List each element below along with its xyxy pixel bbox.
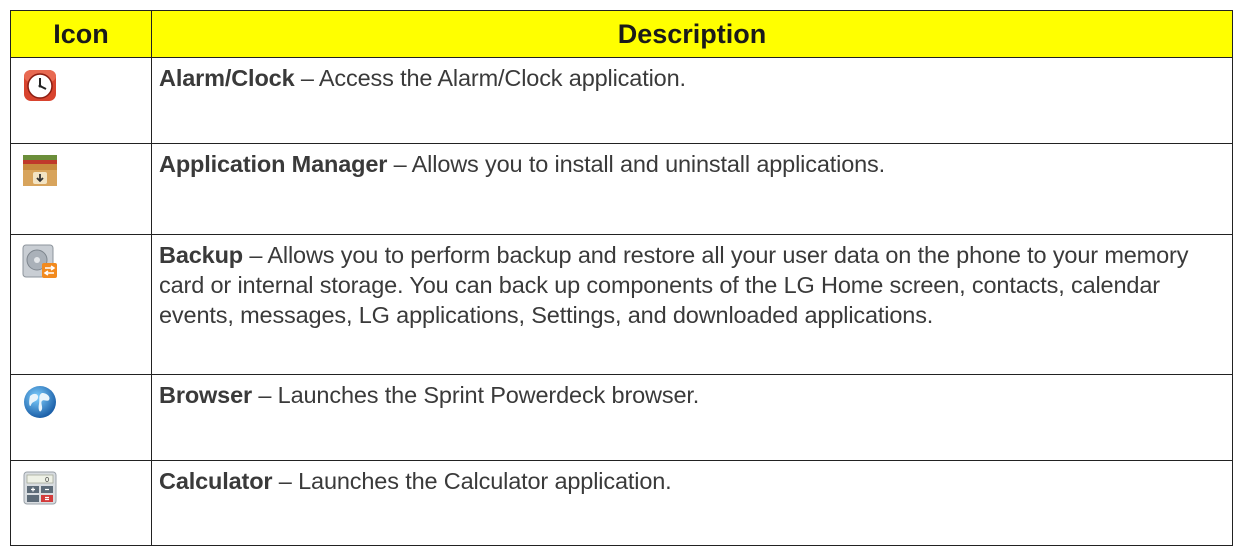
application-manager-icon [23,155,57,186]
calculator-icon: 0 [23,471,57,505]
row-text: – Launches the Calculator application. [272,468,672,494]
description-cell: Backup – Allows you to perform backup an… [151,234,1233,375]
icon-column-header: Icon [10,10,152,58]
icon-cell [10,143,152,235]
description-column-header: Description [151,10,1233,58]
description-cell: Calculator – Launches the Calculator app… [151,460,1233,546]
row-text: – Launches the Sprint Powerdeck browser. [252,382,700,408]
table-row: Browser – Launches the Sprint Powerdeck … [10,374,1233,461]
row-text: – Access the Alarm/Clock application. [294,65,686,91]
alarm-clock-icon [24,70,56,101]
icon-cell [10,234,152,375]
row-title: Alarm/Clock [159,65,295,91]
table-row: Alarm/Clock – Access the Alarm/Clock app… [10,57,1233,144]
icon-cell: 0 [10,460,152,546]
icon-cell [10,57,152,144]
row-title: Browser [159,382,252,408]
row-title: Backup [159,242,243,268]
table-header-row: Icon Description [10,10,1233,58]
row-title: Calculator [159,468,273,494]
svg-text:0: 0 [45,477,49,484]
table-row: 0 Calculator – Launches the Calculator a… [10,460,1233,546]
table-row: Backup – Allows you to perform backup an… [10,234,1233,375]
description-cell: Alarm/Clock – Access the Alarm/Clock app… [151,57,1233,144]
row-text: – Allows you to install and uninstall ap… [387,151,886,177]
backup-icon [22,244,57,278]
description-cell: Application Manager – Allows you to inst… [151,143,1233,235]
browser-globe-icon [24,386,56,418]
icon-cell [10,374,152,461]
icon-description-table: Icon Description Alarm/Clock – Access th… [10,10,1233,546]
table-row: Application Manager – Allows you to inst… [10,143,1233,235]
description-cell: Browser – Launches the Sprint Powerdeck … [151,374,1233,461]
row-text: – Allows you to perform backup and resto… [159,242,1189,328]
row-title: Application Manager [159,151,388,177]
